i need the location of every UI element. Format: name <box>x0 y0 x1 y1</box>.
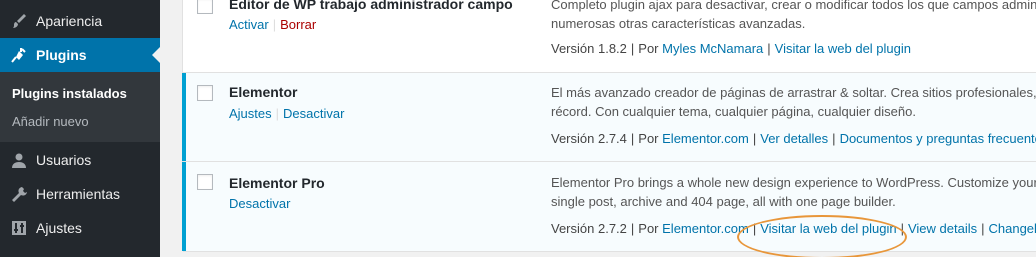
row-divider <box>183 251 1036 252</box>
plugin-description: El más avanzado creador de páginas de ar… <box>551 83 1036 121</box>
plugin-description: Elementor Pro brings a whole new design … <box>551 173 1036 211</box>
menu-item-label: Apariencia <box>36 13 103 29</box>
menu-item-apariencia[interactable]: Apariencia <box>0 4 160 38</box>
activate-link[interactable]: Activar <box>229 17 269 32</box>
visit-plugin-site-link[interactable]: Visitar la web del plugin <box>775 41 911 56</box>
plugin-row-actions: Activar | Borrar <box>229 17 316 32</box>
plugin-description: Completo plugin ajax para desactivar, cr… <box>551 0 1036 33</box>
separator: | <box>981 221 985 236</box>
separator: | <box>832 131 836 146</box>
plugin-name: Elementor Pro <box>229 175 325 191</box>
plugin-version: Versión 2.7.2 <box>551 221 627 236</box>
plugin-icon <box>10 46 28 64</box>
description-line: single post, archive and 404 page, all w… <box>551 194 896 209</box>
changelog-link[interactable]: Changelog <box>989 221 1036 236</box>
settings-link[interactable]: Ajustes <box>229 106 272 121</box>
admin-sidebar: Apariencia Plugins Plugins instalados Añ… <box>0 0 160 257</box>
author-link[interactable]: Elementor.com <box>662 131 749 146</box>
menu-item-herramientas[interactable]: Herramientas <box>0 177 160 211</box>
separator: | <box>275 106 280 121</box>
description-line: Elementor Pro brings a whole new design … <box>551 175 1036 190</box>
users-icon <box>10 151 28 169</box>
separator: | <box>752 221 757 236</box>
view-details-link[interactable]: View details <box>908 221 977 236</box>
plugin-version: Versión 1.8.2 <box>551 41 627 56</box>
separator: | <box>900 221 904 236</box>
menu-item-label: Usuarios <box>36 152 92 168</box>
menu-item-plugins[interactable]: Plugins <box>0 38 160 72</box>
by-label: Por <box>638 221 659 236</box>
visit-plugin-site-link[interactable]: Visitar la web del plugin <box>760 221 896 236</box>
description-line: El más avanzado creador de páginas de ar… <box>551 85 1036 100</box>
plugin-meta: Versión 1.8.2 | Por Myles McNamara | Visitar… <box>551 41 911 56</box>
plugin-name: Elementor <box>229 84 298 100</box>
menu-item-label: Herramientas <box>36 186 121 202</box>
deactivate-link[interactable]: Desactivar <box>229 196 290 211</box>
docs-faq-link[interactable]: Documentos y preguntas frecuentes <box>840 131 1036 146</box>
plugin-checkbox[interactable] <box>197 0 213 14</box>
settings-icon <box>10 219 28 237</box>
wrench-icon <box>10 185 28 203</box>
author-link[interactable]: Myles McNamara <box>662 41 763 56</box>
menu-item-label: Ajustes <box>36 220 82 236</box>
plugin-row-elementor: Elementor Ajustes | Desactivar El más avan… <box>182 73 1036 161</box>
active-indicator <box>182 73 186 161</box>
author-link[interactable]: Elementor.com <box>662 221 749 236</box>
separator: | <box>767 41 771 56</box>
by-label: Por <box>638 131 659 146</box>
separator: | <box>630 221 635 236</box>
plugin-checkbox[interactable] <box>197 174 213 190</box>
by-label: Por <box>638 41 659 56</box>
description-line: récord. Con cualquier tema, cualquier pá… <box>551 104 916 119</box>
plugin-row: Editor de WP trabajo administrador campo… <box>183 0 1036 72</box>
menu-item-label: Plugins <box>36 47 87 63</box>
menu-item-ajustes[interactable]: Ajustes <box>0 211 160 245</box>
view-details-link[interactable]: Ver detalles <box>760 131 828 146</box>
plugins-submenu: Plugins instalados Añadir nuevo <box>0 72 160 142</box>
separator: | <box>272 17 277 32</box>
submenu-item-anadir-nuevo[interactable]: Añadir nuevo <box>12 114 89 129</box>
separator: | <box>752 131 757 146</box>
description-line: numerosas otras características avanzada… <box>551 16 806 31</box>
separator: | <box>630 41 635 56</box>
paintbrush-icon <box>10 12 28 30</box>
plugin-row-actions: Desactivar <box>229 196 290 211</box>
plugin-row-elementor-pro: Elementor Pro Desactivar Elementor Pro b… <box>182 162 1036 251</box>
submenu-item-plugins-instalados[interactable]: Plugins instalados <box>12 86 127 101</box>
delete-link[interactable]: Borrar <box>280 17 316 32</box>
description-line: Completo plugin ajax para desactivar, cr… <box>551 0 1036 12</box>
deactivate-link[interactable]: Desactivar <box>283 106 344 121</box>
plugin-meta: Versión 2.7.2 | Por Elementor.com | Visitar … <box>551 221 1036 236</box>
plugin-row-actions: Ajustes | Desactivar <box>229 106 344 121</box>
active-indicator <box>182 162 186 251</box>
menu-item-usuarios[interactable]: Usuarios <box>0 143 160 177</box>
plugins-table: Editor de WP trabajo administrador campo… <box>182 0 1036 252</box>
separator: | <box>630 131 635 146</box>
plugin-meta: Versión 2.7.4 | Por Elementor.com | Ver deta… <box>551 131 1036 146</box>
plugin-checkbox[interactable] <box>197 85 213 101</box>
plugin-name: Editor de WP trabajo administrador campo <box>229 0 513 12</box>
plugin-version: Versión 2.7.4 <box>551 131 627 146</box>
